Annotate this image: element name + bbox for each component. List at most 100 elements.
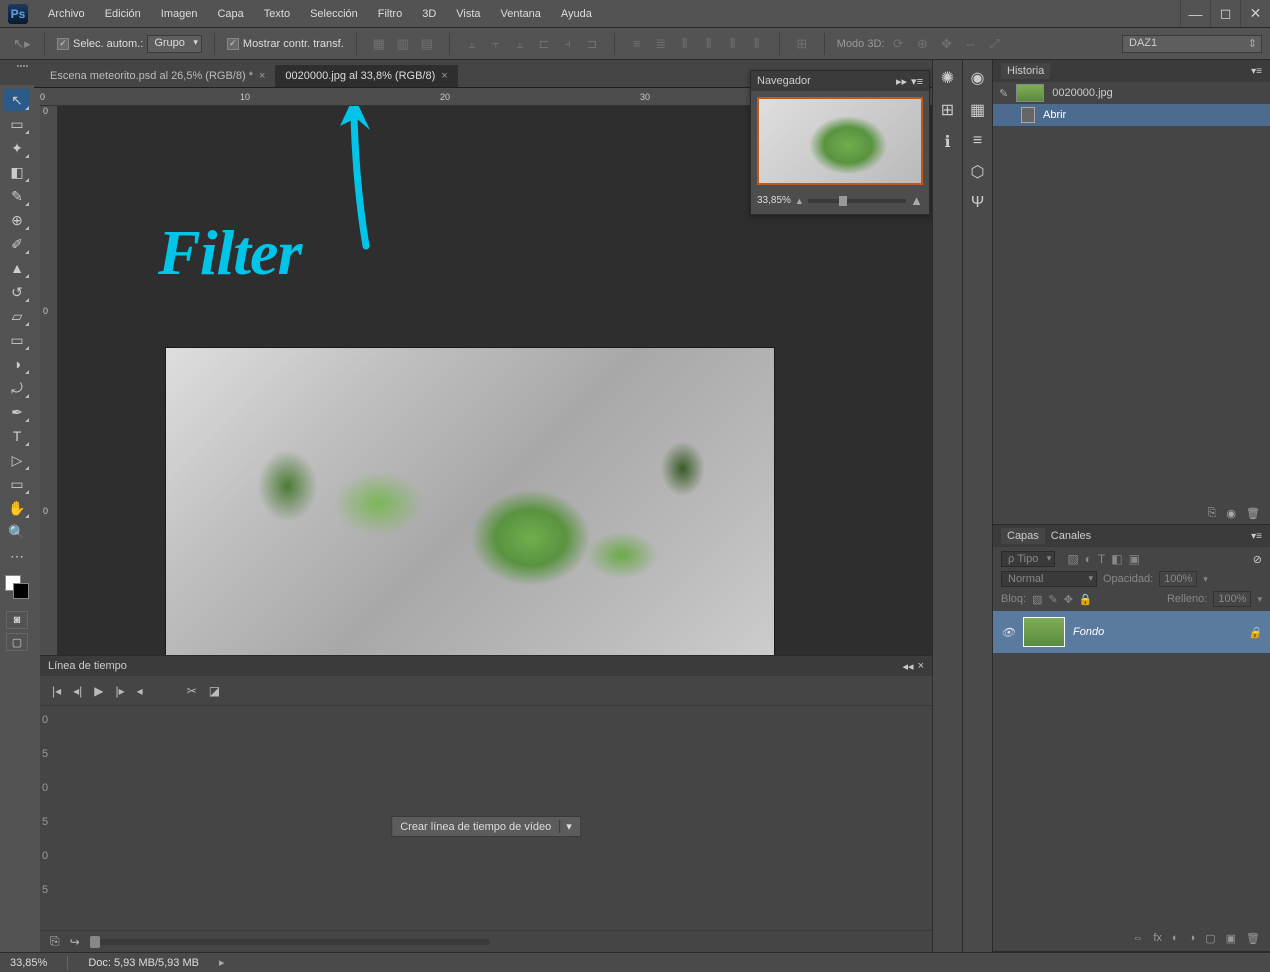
menu-edicion[interactable]: Edición bbox=[95, 0, 151, 27]
align-vcenter-icon[interactable]: ⫟ bbox=[486, 34, 506, 54]
visibility-toggle[interactable]: 👁 bbox=[1001, 626, 1015, 639]
lock-transparency-icon[interactable]: ▧ bbox=[1032, 593, 1042, 606]
chevron-down-icon[interactable]: ▾ bbox=[559, 820, 572, 833]
eraser-tool[interactable]: ▱ bbox=[4, 305, 30, 327]
pen-tool[interactable]: ✒ bbox=[4, 401, 30, 423]
workspace-selector[interactable]: DAZ1 bbox=[1122, 35, 1262, 53]
autoselect-checkbox[interactable]: ✓ bbox=[57, 38, 69, 50]
menu-imagen[interactable]: Imagen bbox=[151, 0, 208, 27]
history-brush-tool[interactable]: ↺ bbox=[4, 281, 30, 303]
layer-filter-kind[interactable]: ρ Tipo bbox=[1001, 551, 1055, 567]
lock-position-icon[interactable]: ✥ bbox=[1064, 593, 1073, 606]
navigator-panel[interactable]: Navegador ▸▸▾≡ 33,85% ▲ ▲ bbox=[750, 70, 930, 215]
timeline-header[interactable]: Línea de tiempo ◂◂× bbox=[40, 656, 932, 676]
edit-toolbar[interactable]: ⋯ bbox=[4, 545, 30, 567]
collapse-icon[interactable]: ◂◂ bbox=[903, 660, 914, 673]
minimize-button[interactable]: — bbox=[1180, 0, 1210, 27]
distribute-icon[interactable]: ⦀ bbox=[747, 34, 767, 54]
lock-all-icon[interactable]: 🔒 bbox=[1079, 593, 1093, 606]
distribute-icon[interactable]: ≣ bbox=[651, 34, 671, 54]
type-tool[interactable]: T bbox=[4, 425, 30, 447]
document-tab[interactable]: 0020000.jpg al 33,8% (RGB/8) × bbox=[275, 65, 457, 87]
compass-icon[interactable]: ✺ bbox=[941, 68, 954, 88]
history-snapshot-row[interactable]: ✎ 0020000.jpg bbox=[993, 82, 1270, 104]
create-video-timeline-button[interactable]: Crear línea de tiempo de vídeo▾ bbox=[391, 816, 581, 837]
new-layer-icon[interactable]: ▣ bbox=[1226, 932, 1236, 945]
align-hcenter-icon[interactable]: ⫞ bbox=[558, 34, 578, 54]
shape-tool[interactable]: ▭ bbox=[4, 473, 30, 495]
distribute-icon[interactable]: ⦀ bbox=[675, 34, 695, 54]
document-tab[interactable]: Escena meteorito.psd al 26,5% (RGB/8) * … bbox=[40, 65, 275, 87]
group-icon[interactable]: ▢ bbox=[1205, 932, 1215, 945]
close-icon[interactable]: × bbox=[441, 70, 447, 82]
filter-pixel-icon[interactable]: ▧ bbox=[1067, 552, 1078, 566]
transition-button[interactable]: ◪ bbox=[209, 684, 220, 698]
transform-checkbox[interactable]: ✓ bbox=[227, 38, 239, 50]
close-icon[interactable]: × bbox=[259, 70, 265, 82]
align-bottom-icon[interactable]: ⫠ bbox=[510, 34, 530, 54]
auto-align-icon[interactable]: ⊞ bbox=[792, 34, 812, 54]
stamp-tool[interactable]: ▲ bbox=[4, 257, 30, 279]
camera-icon[interactable]: ◉ bbox=[1226, 507, 1236, 520]
style-icon[interactable]: ⬡ bbox=[971, 162, 985, 182]
align-left-icon[interactable]: ⊏ bbox=[534, 34, 554, 54]
link-layers-icon[interactable]: ⇔ bbox=[1132, 932, 1143, 944]
align-right-icon[interactable]: ⊐ bbox=[582, 34, 602, 54]
status-zoom[interactable]: 33,85% bbox=[10, 957, 47, 969]
wand-tool[interactable]: ✦ bbox=[4, 137, 30, 159]
distribute-icon[interactable]: ⦀ bbox=[699, 34, 719, 54]
filter-type-icon[interactable]: T bbox=[1098, 552, 1105, 566]
menu-3d[interactable]: 3D bbox=[412, 0, 446, 27]
mode3d-orbit-icon[interactable]: ⟳ bbox=[888, 34, 908, 54]
align-icon[interactable]: ▦ bbox=[369, 34, 389, 54]
layer-thumbnail[interactable] bbox=[1023, 617, 1065, 647]
blend-mode-select[interactable]: Normal bbox=[1001, 571, 1097, 587]
menu-archivo[interactable]: Archivo bbox=[38, 0, 95, 27]
menu-ayuda[interactable]: Ayuda bbox=[551, 0, 602, 27]
convert-frame-icon[interactable]: ⎘ bbox=[50, 934, 60, 949]
maximize-button[interactable]: ◻ bbox=[1210, 0, 1240, 27]
trash-icon[interactable]: 🗑 bbox=[1246, 932, 1260, 945]
move-tool[interactable]: ↖ bbox=[4, 89, 30, 111]
color-icon[interactable]: ◉ bbox=[971, 68, 985, 88]
swatches-icon[interactable]: ⊞ bbox=[941, 100, 954, 120]
navigator-thumbnail[interactable] bbox=[757, 97, 923, 185]
close-icon[interactable]: × bbox=[918, 660, 924, 673]
quickmask-toggle[interactable]: ◙ bbox=[6, 611, 28, 629]
adjustment-layer-icon[interactable]: ◑ bbox=[1189, 932, 1196, 944]
mute-button[interactable]: ◂ bbox=[137, 684, 143, 698]
menu-vista[interactable]: Vista bbox=[446, 0, 490, 27]
layers-tab[interactable]: Capas bbox=[1001, 528, 1045, 544]
channels-tab[interactable]: Canales bbox=[1045, 528, 1097, 544]
mode3d-pan-icon[interactable]: ✥ bbox=[936, 34, 956, 54]
lock-icon[interactable]: 🔒 bbox=[1248, 626, 1262, 639]
filter-toggle[interactable]: ⊘ bbox=[1253, 553, 1262, 566]
mode3d-slide-icon[interactable]: ⇔ bbox=[960, 34, 980, 54]
timeline-zoom-slider[interactable] bbox=[90, 939, 490, 945]
lock-paint-icon[interactable]: ✎ bbox=[1048, 593, 1057, 606]
navigator-zoom-slider[interactable] bbox=[808, 199, 906, 203]
layer-name[interactable]: Fondo bbox=[1073, 626, 1104, 638]
history-tab[interactable]: Historia bbox=[1001, 63, 1050, 79]
layer-mask-icon[interactable]: ◐ bbox=[1172, 932, 1179, 944]
close-button[interactable]: ✕ bbox=[1240, 0, 1270, 27]
collapse-icon[interactable]: ▸▸ bbox=[896, 75, 907, 88]
gradient-tool[interactable]: ▭ bbox=[4, 329, 30, 351]
panel-menu-icon[interactable]: ▾≡ bbox=[1251, 531, 1262, 542]
menu-texto[interactable]: Texto bbox=[254, 0, 300, 27]
mode3d-scale-icon[interactable]: ⤢ bbox=[984, 34, 1004, 54]
status-doc-size[interactable]: Doc: 5,93 MB/5,93 MB bbox=[88, 957, 199, 969]
menu-filtro[interactable]: Filtro bbox=[368, 0, 412, 27]
navigator-header[interactable]: Navegador ▸▸▾≡ bbox=[751, 71, 929, 91]
marquee-tool[interactable]: ▭ bbox=[4, 113, 30, 135]
distribute-icon[interactable]: ⦀ bbox=[723, 34, 743, 54]
info-icon[interactable]: ℹ bbox=[944, 132, 950, 152]
blur-tool[interactable]: ◑ bbox=[4, 353, 30, 375]
align-icon[interactable]: ▤ bbox=[417, 34, 437, 54]
fill-value[interactable]: 100% bbox=[1213, 591, 1251, 607]
image-canvas[interactable] bbox=[166, 348, 774, 693]
zoom-tool[interactable]: 🔍 bbox=[4, 521, 30, 543]
filter-adjust-icon[interactable]: ◐ bbox=[1085, 552, 1092, 566]
mode3d-roll-icon[interactable]: ⊕ bbox=[912, 34, 932, 54]
char-icon[interactable]: Ψ bbox=[971, 194, 984, 212]
